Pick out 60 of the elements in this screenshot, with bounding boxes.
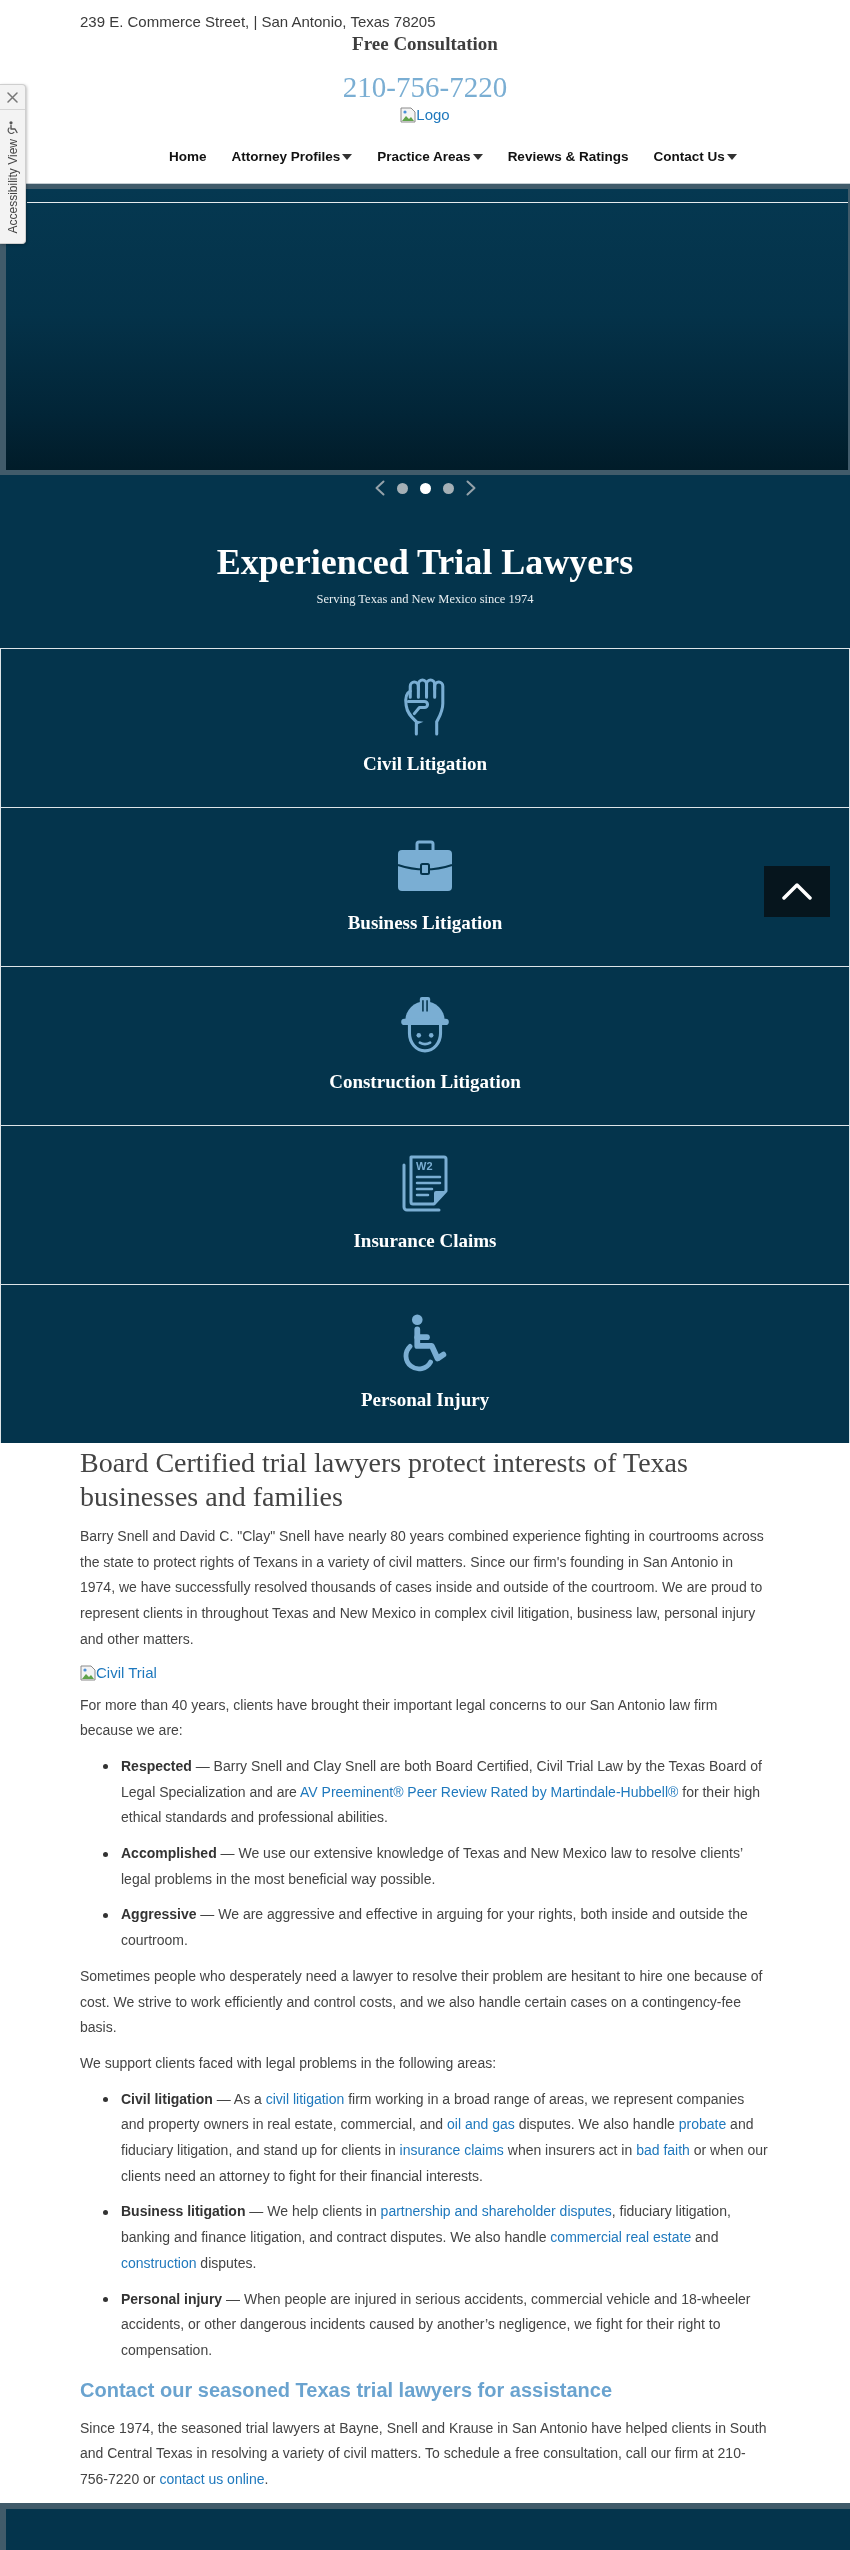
accessibility-icon [6,121,19,134]
hero-subtitle: Serving Texas and New Mexico since 1974 [316,591,534,607]
nav-menu-item[interactable]: Attorney Profiles [231,147,353,167]
bullet-icon [103,1764,108,1770]
broken-image-icon [80,1664,96,1681]
chevron-right-icon [465,480,477,496]
slide-dot[interactable] [396,482,408,494]
practice-area-link[interactable]: Civil Litigation [0,648,850,807]
list-item-text: Civil litigation — As a civil litigation firm working in a broad range of areas, we represent companies and property owners in real estate, commercial, and oil and gas disputes. We also handle probate and fiduciary litigation, and stand up for clients in insurance claims when insurers act in bad faith or when our clients need an attorney to fight for their financial interests. [121,2089,769,2186]
nav-menu-item[interactable]: Reviews & Ratings [507,147,629,167]
practice-area-link[interactable]: Construction Litigation [0,966,850,1125]
list-item-text: Business litigation — We help clients in partnership and shareholder disputes, fiduciary litigation, banking and finance litigation, and contract disputes. We also handle commercial real estate and construction disputes. [121,2202,732,2273]
slide-dot[interactable] [419,482,431,494]
bullet-icon [103,2097,108,2103]
previous-slide-button[interactable] [373,480,385,496]
paragraph: For more than 40 years, clients have brought their important legal concerns to our San Antonio law firm because we are: [80,1695,719,1741]
logo-link[interactable]: Logo [416,105,450,125]
hero-title: Experienced Trial Lawyers [216,541,634,584]
briefcase-icon [397,840,453,892]
list-item-text: Accomplished — We use our extensive knowledge of Texas and New Mexico law to resolve clients’ legal problems in the most beneficial way possible. [121,1844,744,1889]
text-link[interactable]: oil and gas [447,2116,515,2133]
nav-menu-item[interactable]: Home [169,147,207,167]
nav-menu-item[interactable]: Contact Us [653,147,737,167]
practice-area-link[interactable]: Personal Injury [0,1284,850,1443]
text-link[interactable]: partnership and shareholder disputes [380,2203,612,2220]
text-link[interactable]: commercial real estate [550,2229,692,2246]
slide-dot[interactable] [442,482,454,494]
back-to-top-button[interactable] [764,866,830,917]
consultation-heading: Free Consultation [352,34,498,54]
broken-image-icon [400,107,417,123]
address-text: 239 E. Commerce Street, | San Antonio, Texas 78205 [80,12,436,32]
close-icon [7,91,18,103]
practice-area-link[interactable]: Business Litigation [0,807,850,966]
bullet-icon [103,2209,108,2215]
text-link[interactable]: AV Preeminent® Peer Review Rated by Martindale-Hubbell® [300,1783,679,1800]
accessibility-view-button[interactable]: Accessibility View [5,110,20,234]
bullet-icon [103,2297,108,2303]
list-item-text: Respected — Barry Snell and Clay Snell are both Board Certified, Civil Trial Law by the Texas Board of Legal Specialization and are AV Preeminent® Peer Review Rated by Martindale-Hubbell® for their high ethical standards and professional abilities. [121,1756,763,1828]
bullet-icon [103,1912,108,1918]
list-item-text: Personal injury — When people are injured in serious accidents, commercial vehicle and 18-wheeler accidents, or other dangerous incidents caused by another’s negligence, we fight for their right to compensation. [121,2289,752,2360]
paragraph: Since 1974, the seasoned trial lawyers at Bayne, Snell and Krause in San Antonio have helped clients in South and Central Texas in resolving a variety of civil matters. To schedule a free consultation, call our firm at 210-756-7220 or contact us online. [80,2418,768,2490]
page-heading: Board Certified trial lawyers protect interests of Texas businesses and families [80,1446,689,1514]
paragraph: Barry Snell and David C. "Clay" Snell have nearly 80 years combined experience fighting in courtrooms across the state to protect rights of Texans in a variety of civil matters. Since our firm's founding in San Antonio in 1974, we have successfully resolved thousands of cases inside and outside of the courtroom. We are proud to represent clients in throughout Texas and New Mexico in complex civil litigation, business law, personal injury and other matters. [80,1527,765,1649]
nav-menu-item[interactable]: Practice Areas [377,147,483,167]
text-link[interactable]: civil litigation [265,2090,345,2107]
hard-hat-worker-icon [400,996,450,1054]
text-link[interactable]: insurance claims [399,2142,504,2159]
text-link[interactable]: bad faith [636,2142,690,2159]
practice-area-link[interactable]: W2 Insurance Claims [0,1125,850,1284]
chevron-left-icon [373,480,385,496]
text-link[interactable]: construction [121,2254,197,2271]
image-alt-link[interactable]: Civil Trial [96,1662,157,1683]
next-slide-button[interactable] [465,480,477,496]
list-item-text: Aggressive — We are aggressive and effective in arguing for your rights, both inside and outside the courtroom. [121,1905,749,1951]
paragraph: Sometimes people who desperately need a lawyer to resolve their problem are hesitant to hire one because of cost. We strive to work efficiently and control costs, and we also handle certain cases on a contingency-fee basis. [80,1966,764,2038]
section-subheading: Contact our seasoned Texas trial lawyers for assistance [80,2377,614,2403]
chevron-up-icon [782,883,812,900]
bullet-icon [103,1851,108,1857]
text-link[interactable]: probate [678,2116,727,2133]
paragraph: We support clients faced with legal problems in the following areas: [80,2053,498,2073]
